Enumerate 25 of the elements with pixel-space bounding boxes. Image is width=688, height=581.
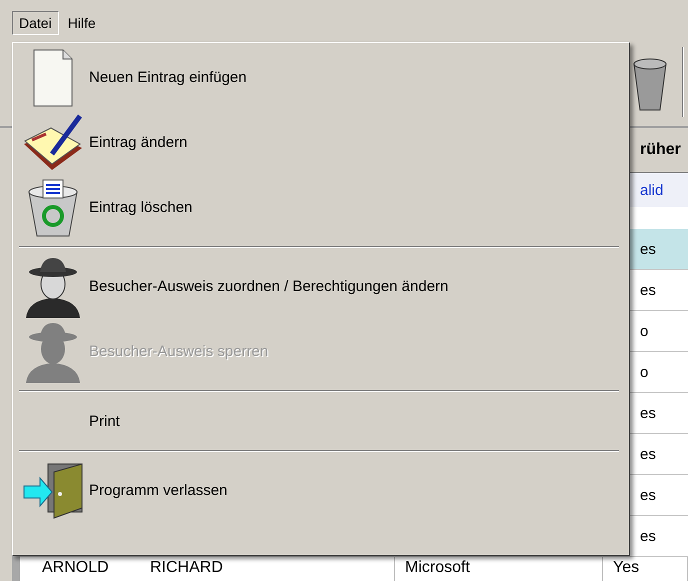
table-cell: es [640, 282, 656, 298]
menu-item[interactable]: Print [17, 402, 621, 440]
table-cell: es [640, 486, 656, 504]
table-cell: es [640, 404, 656, 422]
column-header: rüher [640, 141, 681, 159]
exit-door-icon [22, 462, 84, 520]
table-cell: ARNOLD [42, 559, 109, 577]
table-cell: es [640, 446, 656, 462]
menu-item[interactable]: Eintrag löschen [17, 175, 621, 240]
menu-title[interactable]: Hilfe [60, 11, 103, 35]
menu-item[interactable]: Eintrag ändern [17, 110, 621, 175]
book-pen-icon [22, 114, 84, 172]
menu-item[interactable]: Programm verlassen [17, 458, 621, 523]
table-cell: o [640, 322, 648, 340]
menu-item[interactable]: Besucher-Ausweis zuordnen / Berechtigungen ändern [17, 254, 621, 319]
table-cell: Yes [613, 559, 640, 577]
filter-cell: alid [640, 182, 664, 198]
table-cell: RICHARD [150, 559, 223, 577]
document-icon [33, 48, 73, 106]
table-cell: Microsoft [405, 559, 470, 577]
menu-title[interactable]: Datei [12, 11, 59, 35]
menu-item[interactable]: Neuen Eintrag einfügen [17, 45, 621, 110]
table-cell: es [640, 528, 656, 544]
table-cell: o [640, 364, 648, 380]
table-cell: es [640, 240, 656, 258]
